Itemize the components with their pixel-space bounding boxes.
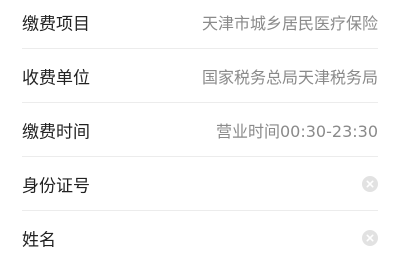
payment-item-row: 缴费项目 天津市城乡居民医疗保险 (0, 0, 400, 49)
payment-item-label: 缴费项目 (22, 14, 90, 35)
name-input[interactable] (120, 224, 350, 252)
clear-icon[interactable] (362, 176, 378, 192)
collecting-unit-label: 收费单位 (22, 68, 90, 89)
clear-icon[interactable] (362, 230, 378, 246)
payment-time-label: 缴费时间 (22, 122, 90, 143)
name-row: 姓名 (0, 211, 400, 265)
payment-form: 缴费项目 天津市城乡居民医疗保险 收费单位 国家税务总局天津税务局 缴费时间 营… (0, 0, 400, 252)
id-number-row: 身份证号 (0, 157, 400, 211)
id-number-label: 身份证号 (22, 176, 90, 197)
id-number-input[interactable] (120, 170, 350, 198)
payment-time-value: 营业时间00:30-23:30 (216, 122, 378, 141)
name-label: 姓名 (22, 230, 56, 251)
collecting-unit-value: 国家税务总局天津税务局 (201, 68, 378, 87)
payment-time-row: 缴费时间 营业时间00:30-23:30 (0, 103, 400, 157)
collecting-unit-row: 收费单位 国家税务总局天津税务局 (0, 49, 400, 103)
payment-item-value: 天津市城乡居民医疗保险 (201, 14, 378, 33)
